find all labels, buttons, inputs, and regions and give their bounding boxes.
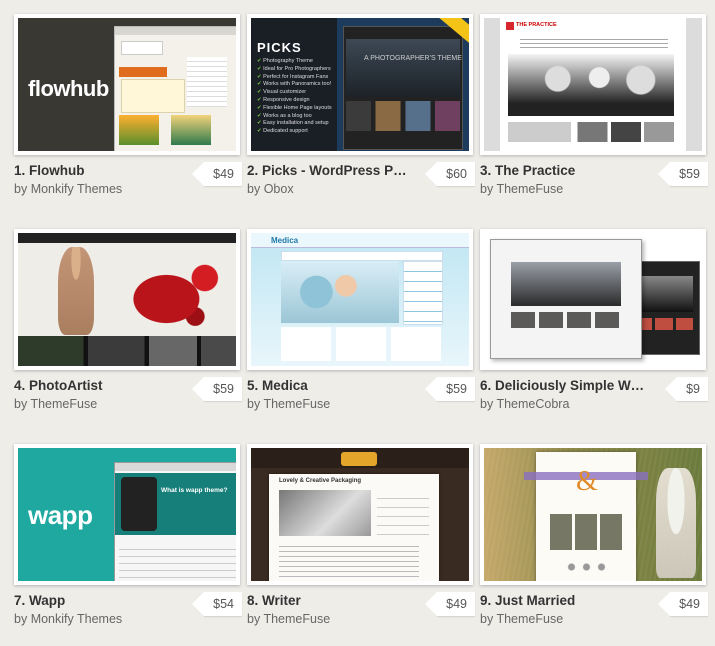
price-tag: $59 [425,377,475,401]
theme-card-deliciously-simple: 6. Deliciously Simple Wo... by ThemeCobr… [480,229,708,429]
author-link[interactable]: ThemeFuse [496,182,563,196]
browser-window-preview: What is wapp theme? [114,462,236,581]
theme-author-line: by Monkify Themes [14,182,123,196]
theme-card-writer: Lovely & Creative Packaging 8. Writer by… [247,444,475,644]
author-link[interactable]: Obox [264,182,294,196]
author-link[interactable]: Monkify Themes [31,182,122,196]
wapp-logo: wapp [28,500,93,530]
price-tag: $9 [665,377,708,401]
theme-author-line: by ThemeFuse [14,397,98,411]
ampersand-glyph: & [576,466,598,497]
theme-author-line: by ThemeFuse [247,612,331,626]
theme-author-line: by ThemeFuse [480,612,564,626]
theme-card-picks: PICKS Photography Theme Ideal for Pro Ph… [247,14,475,214]
thumbnail-image: wapp What is wapp theme? [18,448,236,581]
practice-brand: THE PRACTICE [516,22,557,28]
thumbnail-image: flowhub [18,18,236,151]
author-link[interactable]: ThemeFuse [263,612,330,626]
theme-title[interactable]: 8. Writer [247,593,412,608]
thumbnail-image [484,233,702,366]
author-link[interactable]: ThemeFuse [30,397,97,411]
theme-thumbnail[interactable]: PICKS Photography Theme Ideal for Pro Ph… [247,14,473,155]
theme-thumbnail[interactable]: Medica [247,229,473,370]
theme-card-photoartist: 4. PhotoArtist by ThemeFuse $59 [14,229,242,429]
price-tag: $49 [425,592,475,616]
theme-title[interactable]: 1. Flowhub [14,163,179,178]
theme-thumbnail[interactable]: wapp What is wapp theme? [14,444,240,585]
browser-window-preview [114,26,236,151]
theme-title[interactable]: 9. Just Married [480,593,645,608]
feature-list: Photography Theme Ideal for Pro Photogra… [257,58,332,136]
theme-author-line: by Monkify Themes [14,612,123,626]
theme-card-medica: Medica 5. Medica by ThemeFuse $59 [247,229,475,429]
theme-thumbnail[interactable]: & [480,444,706,585]
theme-author-line: by ThemeFuse [480,182,564,196]
thumbnail-image: & [484,448,702,581]
theme-card-wapp: wapp What is wapp theme? 7. Wapp by Monk… [14,444,242,644]
price-tag: $59 [192,377,242,401]
theme-thumbnail[interactable]: THE PRACTICE [480,14,706,155]
picks-heading: PICKS [257,40,302,55]
theme-title[interactable]: 7. Wapp [14,593,179,608]
price-tag: $60 [425,162,475,186]
price-tag: $49 [192,162,242,186]
author-link[interactable]: ThemeFuse [496,612,563,626]
author-link[interactable]: Monkify Themes [31,612,122,626]
theme-thumbnail[interactable]: Lovely & Creative Packaging [247,444,473,585]
theme-card-flowhub: flowhub 1. Flowhub by Monkify Themes $49 [14,14,242,214]
thumbnail-image [18,233,236,366]
theme-title[interactable]: 4. PhotoArtist [14,378,179,393]
thumbnail-image: THE PRACTICE [484,18,702,151]
theme-thumbnail[interactable]: flowhub [14,14,240,155]
theme-author-line: by ThemeFuse [247,397,331,411]
thumbnail-image: Medica [251,233,469,366]
price-tag: $54 [192,592,242,616]
theme-author-line: by ThemeCobra [480,397,570,411]
author-link[interactable]: ThemeFuse [263,397,330,411]
author-link[interactable]: ThemeCobra [496,397,569,411]
thumbnail-image: Lovely & Creative Packaging [251,448,469,581]
price-tag: $49 [658,592,708,616]
theme-thumbnail[interactable] [14,229,240,370]
theme-title[interactable]: 2. Picks - WordPress Ph... [247,163,412,178]
theme-card-the-practice: THE PRACTICE 3. The Practice by ThemeFus… [480,14,708,214]
theme-thumbnail[interactable] [480,229,706,370]
flowhub-logo: flowhub [28,76,109,101]
thumbnail-image: PICKS Photography Theme Ideal for Pro Ph… [251,18,469,151]
theme-title[interactable]: 5. Medica [247,378,412,393]
theme-title[interactable]: 3. The Practice [480,163,645,178]
price-tag: $59 [658,162,708,186]
theme-card-just-married: & 9. Just Married by ThemeFuse $49 [480,444,708,644]
theme-author-line: by Obox [247,182,294,196]
theme-grid: flowhub 1. Flowhub by Monkify Themes $49… [0,0,715,646]
medica-brand: Medica [271,236,299,245]
browser-window-preview: A PHOTOGRAPHER'S THEME [343,26,463,150]
theme-title[interactable]: 6. Deliciously Simple Wo... [480,378,645,393]
